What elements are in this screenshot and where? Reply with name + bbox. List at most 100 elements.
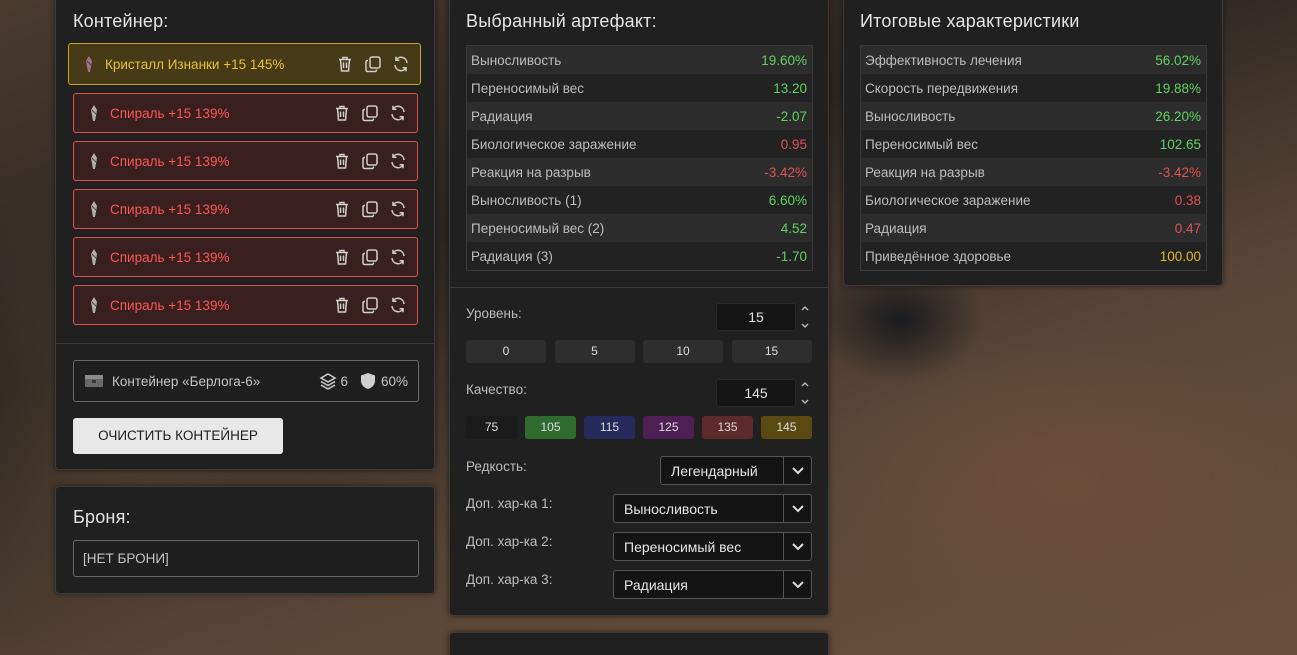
container-item[interactable]: Спираль +15 139%	[73, 285, 418, 325]
extra3-select[interactable]: Радиация	[613, 570, 812, 599]
level-label: Уровень:	[466, 306, 522, 321]
container-item[interactable]: Спираль +15 139%	[73, 141, 418, 181]
shield-icon	[360, 372, 376, 390]
level-stepper[interactable]	[800, 303, 810, 335]
extra1-value: Выносливость	[624, 500, 718, 517]
trash-icon[interactable]	[333, 248, 351, 266]
rarity-select[interactable]: Легендарный	[660, 456, 812, 485]
stat-value: -3.42%	[764, 164, 807, 180]
stat-row: Переносимый вес (2) 4.52	[467, 214, 812, 242]
container-item-label: Спираль +15 139%	[110, 105, 230, 121]
stat-value: -1.70	[776, 248, 807, 264]
armor-value: [НЕТ БРОНИ]	[83, 551, 169, 566]
stat-value: 0.95	[780, 136, 807, 152]
quality-input[interactable]: 145	[716, 379, 796, 407]
container-item-label: Спираль +15 139%	[110, 153, 230, 169]
extra1-label: Доп. хар-ка 1:	[466, 496, 553, 511]
stat-name: Выносливость	[865, 108, 956, 124]
armor-panel: Броня: [НЕТ БРОНИ]	[55, 486, 435, 594]
trash-icon[interactable]	[333, 104, 351, 122]
stat-name: Реакция на разрыв	[865, 164, 985, 180]
stat-value: 100.00	[1159, 248, 1201, 264]
stat-row: Реакция на разрыв -3.42%	[467, 158, 812, 186]
stat-row: Выносливость 19.60%	[467, 46, 812, 74]
stat-value: -3.42%	[1158, 164, 1201, 180]
stat-name: Выносливость	[471, 52, 562, 68]
trash-icon[interactable]	[333, 200, 351, 218]
copy-icon[interactable]	[364, 55, 382, 73]
container-title: Контейнер:	[73, 11, 169, 31]
extra1-select[interactable]: Выносливость	[613, 494, 812, 523]
quality-preset-button[interactable]: 145	[761, 416, 812, 439]
stat-value: 0.38	[1174, 192, 1201, 208]
rarity-label: Редкость:	[466, 459, 527, 474]
level-preset-button[interactable]: 5	[554, 340, 635, 363]
copy-icon[interactable]	[361, 104, 379, 122]
refresh-icon[interactable]	[389, 296, 407, 314]
trash-icon[interactable]	[333, 152, 351, 170]
level-preset-button[interactable]: 10	[643, 340, 723, 363]
chevron-down-icon	[783, 495, 811, 522]
stat-name: Выносливость (1)	[471, 192, 582, 208]
stat-row: Скорость передвижения 19.88%	[861, 74, 1206, 102]
extra2-value: Переносимый вес	[624, 538, 742, 555]
divider	[56, 343, 434, 344]
refresh-icon[interactable]	[392, 55, 410, 73]
trash-icon[interactable]	[336, 55, 354, 73]
refresh-icon[interactable]	[389, 104, 407, 122]
stat-name: Переносимый вес (2)	[471, 220, 605, 236]
trash-icon[interactable]	[333, 296, 351, 314]
stat-value: 56.02%	[1155, 52, 1201, 68]
container-name: Контейнер «Берлога-6»	[112, 373, 261, 389]
stat-row: Выносливость (1) 6.60%	[467, 186, 812, 214]
container-item[interactable]: Спираль +15 139%	[73, 237, 418, 277]
copy-icon[interactable]	[361, 296, 379, 314]
stat-name: Переносимый вес	[865, 136, 979, 152]
quality-stepper[interactable]	[800, 379, 810, 411]
quality-preset-button[interactable]: 115	[584, 416, 635, 439]
slots-count: 6	[340, 373, 348, 389]
refresh-icon[interactable]	[389, 152, 407, 170]
copy-icon[interactable]	[361, 248, 379, 266]
refresh-icon[interactable]	[389, 248, 407, 266]
armor-selector[interactable]: [НЕТ БРОНИ]	[73, 540, 419, 577]
container-item[interactable]: Спираль +15 139%	[73, 93, 418, 133]
copy-icon[interactable]	[361, 152, 379, 170]
container-icon	[84, 373, 104, 389]
stat-row: Биологическое заражение 0.38	[861, 186, 1206, 214]
level-preset-button[interactable]: 15	[731, 340, 812, 363]
artifact-icon	[88, 200, 100, 218]
artifact-icon	[88, 104, 100, 122]
clear-container-button[interactable]: ОЧИСТИТЬ КОНТЕЙНЕР	[73, 418, 283, 454]
stat-name: Биологическое заражение	[865, 192, 1031, 208]
quality-preset-button[interactable]: 125	[643, 416, 694, 439]
stat-name: Переносимый вес	[471, 80, 585, 96]
container-item[interactable]: Кристалл Изнанки +15 145%	[68, 43, 421, 85]
extra2-select[interactable]: Переносимый вес	[613, 532, 812, 561]
stat-value: 26.20%	[1155, 108, 1201, 124]
container-selector[interactable]: Контейнер «Берлога-6» 6 60%	[73, 360, 419, 402]
extra2-label: Доп. хар-ка 2:	[466, 534, 553, 549]
refresh-icon[interactable]	[389, 200, 407, 218]
container-item[interactable]: Спираль +15 139%	[73, 189, 418, 229]
container-item-label: Спираль +15 139%	[110, 297, 230, 313]
totals-panel: Итоговые характеристики Эффективность ле…	[843, 0, 1223, 286]
selected-artifact-title: Выбранный артефакт:	[466, 11, 657, 31]
level-input[interactable]: 15	[716, 303, 796, 331]
extra3-label: Доп. хар-ка 3:	[466, 572, 553, 587]
quality-preset-button[interactable]: 105	[525, 416, 576, 439]
quality-preset-button[interactable]: 135	[702, 416, 753, 439]
container-panel: Контейнер: Кристалл Изнанки +15 145% Спир…	[55, 0, 435, 470]
stat-row: Радиация -2.07	[467, 102, 812, 130]
artifact-icon	[88, 296, 100, 314]
stat-name: Радиация	[471, 108, 533, 124]
stat-name: Биологическое заражение	[471, 136, 637, 152]
container-item-label: Кристалл Изнанки +15 145%	[105, 56, 285, 72]
protection-value: 60%	[380, 373, 408, 389]
divider	[450, 287, 828, 288]
stat-name: Радиация	[865, 220, 927, 236]
artifact-icon	[88, 248, 100, 266]
level-preset-button[interactable]: 0	[466, 340, 546, 363]
copy-icon[interactable]	[361, 200, 379, 218]
quality-preset-button[interactable]: 75	[466, 416, 517, 439]
